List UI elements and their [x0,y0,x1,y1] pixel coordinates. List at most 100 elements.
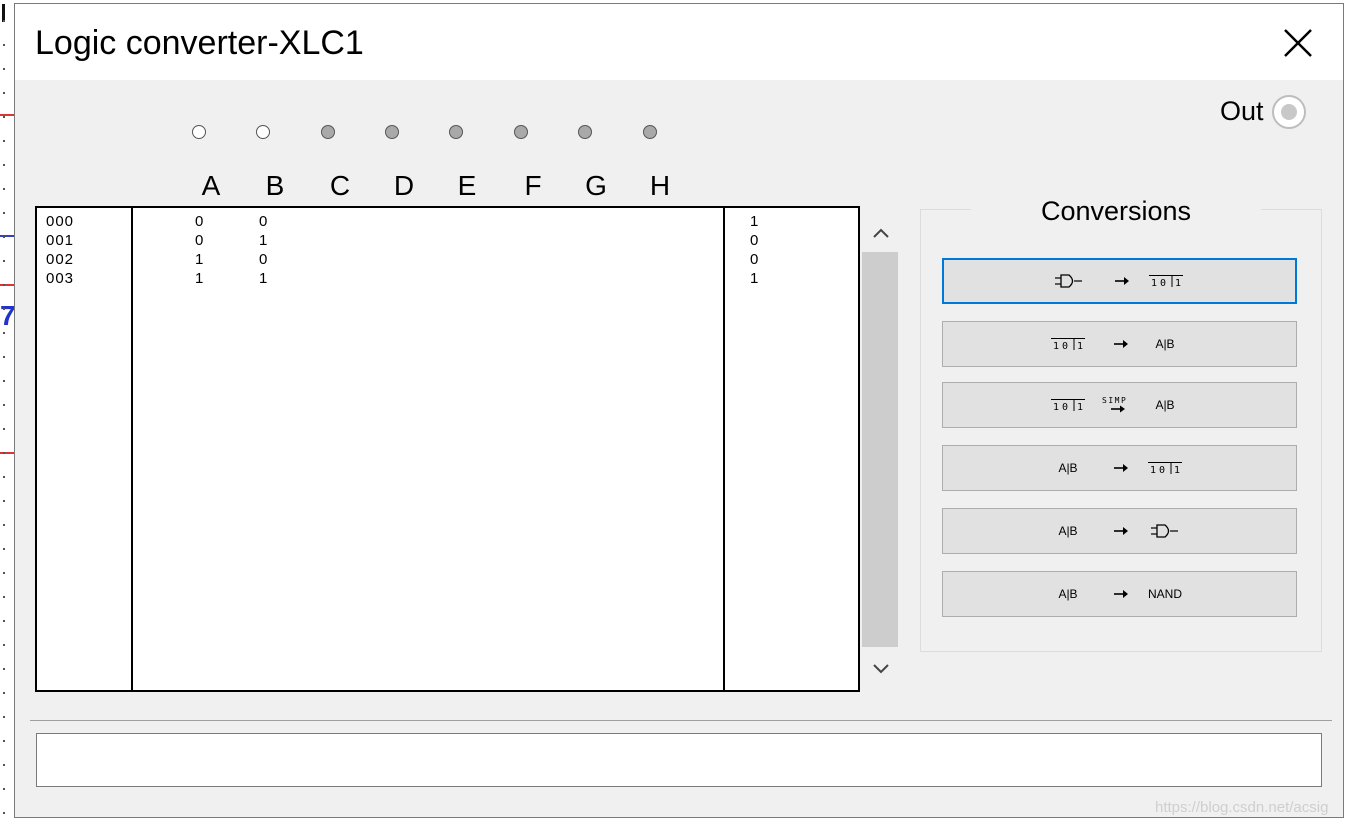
expression-to-nand-button[interactable]: A|B NAND [942,571,1297,617]
conversion-glyph: 101 [1135,446,1195,490]
close-button[interactable] [1267,16,1327,68]
row-number: 001 [46,232,75,249]
logic-converter-window: Logic converter-XLC1 ABCDEFGH Out 000 0 0 1… [14,3,1344,818]
input-value-a: 1 [195,251,204,268]
truth-table-scrollbar[interactable] [860,216,900,686]
background-schematic [0,0,14,825]
conversion-glyph: A|B [1038,446,1098,490]
input-terminal-b[interactable] [256,125,270,139]
svg-text:1: 1 [1174,465,1180,475]
grid-dot [3,380,5,382]
input-label-g[interactable]: G [581,170,611,202]
output-value[interactable]: 0 [750,250,758,269]
conversion-glyph [1039,260,1099,302]
expression-to-circuit-button[interactable]: A|B [942,508,1297,554]
svg-text:1: 1 [1077,341,1083,351]
expression-text: A|B [1155,398,1175,412]
close-x-icon [1284,29,1312,57]
output-value[interactable]: 0 [750,231,758,250]
grid-dot [3,620,5,622]
logic-gate-icon [1055,274,1082,288]
arrow-right-icon [1113,527,1128,535]
conversion-glyph [1135,509,1195,553]
grid-dot [3,404,5,406]
svg-text:1: 1 [1151,278,1157,288]
input-terminal-a[interactable] [192,125,206,139]
scroll-down-button[interactable] [870,658,892,680]
grid-dot [3,692,5,694]
svg-text:0: 0 [1159,465,1165,475]
conversion-glyph: A|B [1038,509,1098,553]
input-terminal-e[interactable] [449,125,463,139]
grid-dot [3,524,5,526]
input-label-d[interactable]: D [389,170,419,202]
grid-dot [3,332,5,334]
expression-to-truth-table-button[interactable]: A|B 1 0 1 [942,445,1297,491]
arrow-right-icon [1113,590,1128,598]
grid-dot [3,452,5,454]
grid-dot [3,764,5,766]
input-label-f[interactable]: F [518,170,548,202]
arrow-right-icon [1113,464,1128,472]
arrow-right-icon [1114,277,1129,285]
boolean-expression-field[interactable] [36,733,1322,787]
truth-table-icon: 101 [1148,462,1182,475]
svg-text:0: 0 [1062,402,1068,412]
grid-dot [3,644,5,646]
input-label-h[interactable]: H [645,170,675,202]
svg-text:1: 1 [1175,278,1181,288]
input-label-a[interactable]: A [196,170,226,202]
input-terminal-g[interactable] [578,125,592,139]
title-bar: Logic converter-XLC1 [15,4,1343,80]
input-label-c[interactable]: C [325,170,355,202]
output-terminal[interactable] [1272,95,1306,129]
truth-table-icon: 101 [1149,275,1183,288]
conversion-glyph: 101 [1038,322,1098,366]
input-terminal-d[interactable] [385,125,399,139]
expression-text: A|B [1155,337,1175,351]
grid-dot [3,308,5,310]
grid-dot [3,572,5,574]
grid-dot [3,284,5,286]
truth-table-to-expression-button[interactable]: 1 0 1 A|B [942,321,1297,367]
input-terminal-c[interactable] [321,125,335,139]
truth-table-icon: 101 [1051,399,1085,412]
grid-dot [3,44,5,46]
input-terminal-f[interactable] [514,125,528,139]
output-value[interactable]: 1 [750,269,758,288]
grid-dot [3,188,5,190]
truth-table[interactable]: 000 0 0 1 001 0 1 0 002 1 0 0 003 1 1 1 [35,206,860,692]
truth-table-to-simplified-expression-button[interactable]: 1 0 1 SIMP A|B [942,382,1297,428]
svg-text:1: 1 [1150,465,1156,475]
table-divider [131,208,133,690]
arrow-right-icon [1113,340,1128,348]
circuit-to-truth-table-button[interactable]: 101 [942,258,1297,304]
input-value-b: 1 [259,232,268,249]
svg-text:0: 0 [1160,278,1166,288]
row-number: 000 [46,213,75,230]
scroll-thumb[interactable] [862,252,898,647]
conversions-group: Conversions 1 0 1 1 0 1 A|B 1 0 1 SIMP A|B A|B 1 0 1 A|B… [920,196,1322,652]
separator [30,720,1332,721]
conversion-glyph: 101 [1136,260,1196,302]
expression-text: A|B [1058,587,1078,601]
window-title: Logic converter-XLC1 [35,24,364,62]
scroll-up-button[interactable] [870,222,892,244]
grid-dot [3,716,5,718]
output-value[interactable]: 1 [750,212,758,231]
input-label-e[interactable]: E [452,170,482,202]
input-label-b[interactable]: B [260,170,290,202]
grid-dot [3,428,5,430]
table-divider [723,208,725,690]
output-label: Out [1220,96,1264,126]
grid-dot [3,476,5,478]
truth-table-icon: 101 [1051,338,1085,351]
grid-dot [3,212,5,214]
input-value-a: 0 [195,213,204,230]
grid-dot [3,812,5,814]
input-terminal-h[interactable] [643,125,657,139]
grid-dot [3,500,5,502]
svg-text:1: 1 [1053,341,1059,351]
grid-dot [3,740,5,742]
row-number: 002 [46,251,75,268]
